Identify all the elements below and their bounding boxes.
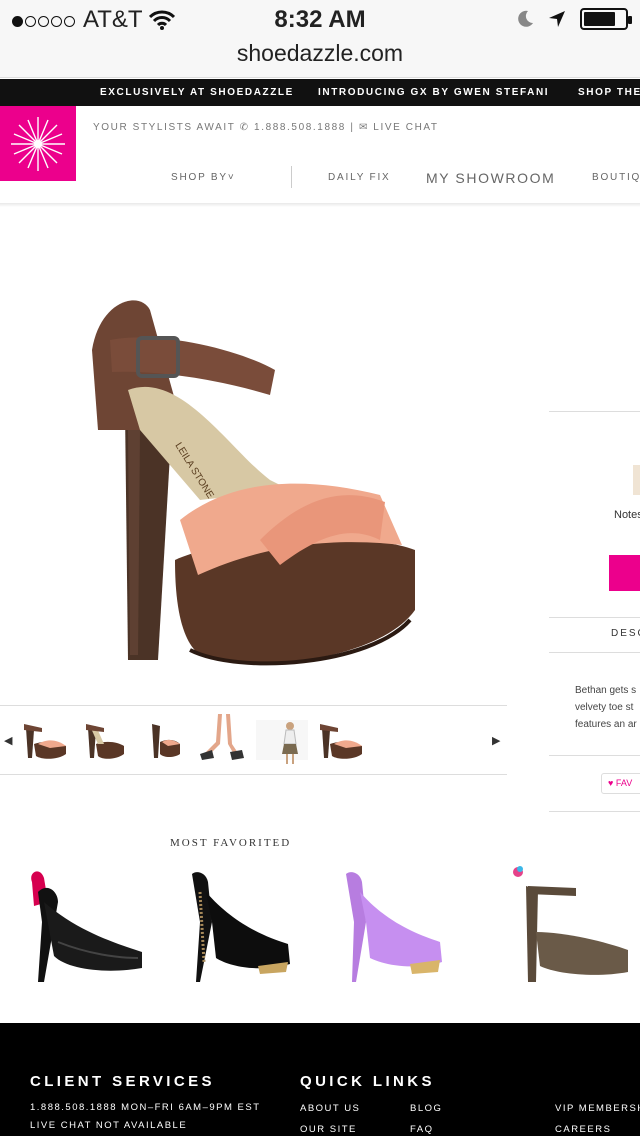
- nav-divider: [291, 166, 292, 188]
- favorited-shoe-4[interactable]: [506, 862, 636, 992]
- status-bar: AT&T 8:32 AM shoedazzle.com: [0, 0, 640, 78]
- favorite-button[interactable]: ♥ FAV: [601, 773, 640, 794]
- location-arrow-icon: [549, 11, 565, 27]
- favorited-shoe-2[interactable]: [172, 862, 302, 992]
- quick-links-heading: QUICK LINKS: [300, 1073, 435, 1090]
- description-heading[interactable]: DESC: [611, 628, 640, 639]
- shoedazzle-logo[interactable]: [0, 106, 76, 181]
- thumbnail-4[interactable]: [196, 714, 248, 766]
- live-chat-link[interactable]: LIVE CHAT: [373, 122, 438, 133]
- footer-phone-hours[interactable]: 1.888.508.1888 MON–FRI 6AM–9PM EST: [30, 1102, 261, 1113]
- thumbnail-5[interactable]: [256, 714, 308, 766]
- favorite-label: FAV: [615, 778, 633, 788]
- footer-link-our-site[interactable]: OUR SITE: [300, 1124, 357, 1135]
- heart-icon: ♥: [608, 778, 616, 788]
- carousel-next-arrow[interactable]: ▶: [492, 734, 500, 747]
- panel-divider-4: [549, 811, 640, 812]
- footer-link-careers[interactable]: CAREERS: [555, 1124, 611, 1135]
- thumbnail-3[interactable]: [138, 714, 190, 766]
- favorited-shoe-3[interactable]: [326, 862, 456, 992]
- add-to-showroom-button[interactable]: [609, 555, 640, 591]
- footer-link-faq[interactable]: FAQ: [410, 1124, 434, 1135]
- thumbnail-2[interactable]: [78, 714, 130, 766]
- nav-my-showroom[interactable]: MY SHOWROOM: [426, 170, 555, 186]
- thumbnail-1[interactable]: [20, 714, 72, 766]
- sparkle-logo-icon: [11, 116, 65, 171]
- address-bar[interactable]: shoedazzle.com: [0, 40, 640, 67]
- description-line-1: Bethan gets s: [575, 685, 637, 696]
- footer-link-blog[interactable]: BLOG: [410, 1103, 442, 1114]
- client-services-heading: CLIENT SERVICES: [30, 1073, 215, 1090]
- footer: CLIENT SERVICES 1.888.508.1888 MON–FRI 6…: [0, 1023, 640, 1136]
- footer-live-chat: LIVE CHAT NOT AVAILABLE: [30, 1120, 188, 1131]
- status-indicators: [516, 8, 632, 30]
- product-details-panel: Notes DESC Bethan gets s velvety toe st …: [549, 411, 640, 812]
- nav-shop-by-label: SHOP BY: [171, 172, 228, 183]
- promo-shop[interactable]: SHOP THE: [578, 87, 640, 98]
- stylist-separator: |: [350, 122, 355, 133]
- promo-banner: EXCLUSIVELY AT SHOEDAZZLE INTRODUCING GX…: [0, 79, 640, 106]
- description-line-3: features an ar: [575, 719, 637, 730]
- nav-boutique[interactable]: BOUTIQU: [592, 172, 640, 183]
- stylist-phone[interactable]: 1.888.508.1888: [254, 122, 346, 133]
- chevron-down-icon: ˅: [227, 172, 236, 183]
- chat-icon: ✉: [358, 122, 374, 133]
- panel-divider-3: [549, 755, 640, 756]
- product-image[interactable]: LEILA STONE: [80, 280, 430, 680]
- nav-daily-fix[interactable]: DAILY FIX: [328, 172, 391, 183]
- favorited-shoe-1[interactable]: [18, 862, 148, 992]
- promo-gx[interactable]: INTRODUCING GX BY GWEN STEFANI: [318, 87, 549, 98]
- footer-link-about-us[interactable]: ABOUT US: [300, 1103, 360, 1114]
- moon-icon: [518, 10, 533, 27]
- battery-icon: [580, 8, 632, 30]
- phone-icon: ✆: [239, 122, 255, 133]
- description-text: Bethan gets s velvety toe st features an…: [575, 682, 637, 733]
- stylist-contact-line: YOUR STYLISTS AWAIT ✆ 1.888.508.1888 | ✉…: [93, 122, 439, 133]
- nav-shop-by[interactable]: SHOP BY˅: [171, 172, 236, 183]
- header-shadow: [0, 203, 640, 207]
- panel-divider-1: [549, 617, 640, 618]
- promo-exclusive[interactable]: EXCLUSIVELY AT SHOEDAZZLE: [100, 87, 294, 98]
- most-favorited-title: MOST FAVORITED: [170, 837, 292, 849]
- thumbnail-6[interactable]: [314, 714, 366, 766]
- thumbnail-carousel: ◀ ▶: [0, 705, 507, 775]
- notes-label[interactable]: Notes: [614, 509, 640, 521]
- footer-link-vip[interactable]: VIP MEMBERSH: [555, 1103, 640, 1114]
- description-line-2: velvety toe st: [575, 702, 634, 713]
- carousel-prev-arrow[interactable]: ◀: [4, 734, 12, 747]
- panel-divider-2: [549, 652, 640, 653]
- color-swatch[interactable]: [633, 465, 640, 495]
- stylists-await-text: YOUR STYLISTS AWAIT: [93, 122, 236, 133]
